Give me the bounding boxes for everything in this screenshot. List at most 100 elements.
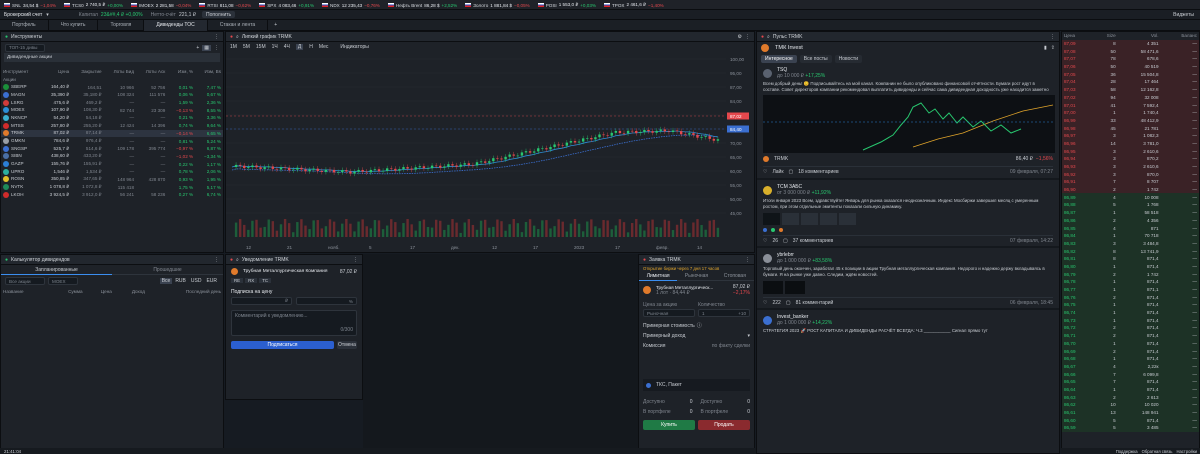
- candle[interactable]: [434, 165, 438, 167]
- candle[interactable]: [243, 165, 246, 169]
- comment-icon[interactable]: ▢: [789, 169, 794, 175]
- more-icon[interactable]: ⋮: [353, 257, 358, 263]
- thumbnail[interactable]: [785, 281, 805, 294]
- candle[interactable]: [328, 169, 332, 171]
- candle[interactable]: [561, 145, 564, 146]
- candle[interactable]: [545, 148, 548, 150]
- candle[interactable]: [475, 162, 479, 166]
- interval-button[interactable]: 1Ч: [272, 44, 278, 50]
- candle[interactable]: [394, 168, 397, 171]
- candle[interactable]: [267, 166, 270, 168]
- candle[interactable]: [357, 169, 360, 172]
- ticker-item[interactable]: TCS0 2 740,5 ₽ +0,00%: [60, 0, 127, 9]
- candle[interactable]: [671, 130, 675, 133]
- candle[interactable]: [292, 169, 295, 171]
- candle[interactable]: [247, 167, 250, 169]
- orderbook-row[interactable]: 86,85 4 871 —: [1062, 224, 1199, 232]
- candle[interactable]: [630, 130, 634, 132]
- table-row[interactable]: GAZP 155,76 ₽ 155,91 ₽ — — 0,22 % 1,17 %: [1, 160, 223, 168]
- candle[interactable]: [471, 165, 475, 166]
- orderbook-row[interactable]: 86,89 4 10 008 —: [1062, 193, 1199, 202]
- qty-input[interactable]: 1 +10: [698, 309, 750, 317]
- column-header[interactable]: Изм, %: [167, 68, 195, 76]
- candle[interactable]: [520, 152, 524, 156]
- percent-input[interactable]: %: [296, 297, 357, 305]
- candle[interactable]: [439, 165, 442, 168]
- exchange-select[interactable]: MOEX: [48, 277, 78, 285]
- orderbook-row[interactable]: 86,98 45 21 781 —: [1062, 124, 1199, 132]
- tab-past[interactable]: Прошедшие: [112, 265, 223, 275]
- orderbook-row[interactable]: 86,88 5 1 768 —: [1062, 201, 1199, 209]
- chip[interactable]: RX: [245, 278, 258, 283]
- filter-select[interactable]: Все акции: [5, 277, 45, 285]
- column-header[interactable]: Лоты Бид: [104, 68, 136, 76]
- like-icon[interactable]: ♡: [763, 300, 767, 306]
- candle[interactable]: [688, 133, 691, 135]
- candle[interactable]: [238, 164, 242, 166]
- ticker-item[interactable]: IMOEX 2 281,58 −0,04%: [127, 0, 195, 9]
- add-tab-icon[interactable]: +: [268, 22, 283, 28]
- orderbook-row[interactable]: 86,99 33 48 412,9 —: [1062, 116, 1199, 125]
- candle[interactable]: [381, 170, 385, 172]
- column-header[interactable]: Изм, Bs: [195, 68, 223, 76]
- orderbook-row[interactable]: 86,77 1 871,1 —: [1062, 285, 1199, 294]
- like-button[interactable]: 26: [772, 238, 778, 244]
- candle[interactable]: [549, 147, 552, 150]
- candle[interactable]: [406, 167, 409, 169]
- candle[interactable]: [361, 169, 364, 172]
- like-button[interactable]: Лайк: [772, 169, 783, 175]
- candle[interactable]: [377, 169, 381, 172]
- candle[interactable]: [341, 170, 344, 173]
- indicators-button[interactable]: Индикаторы: [340, 44, 368, 50]
- orderbook-row[interactable]: 86,67 4 2,22к —: [1062, 362, 1199, 371]
- candle[interactable]: [675, 130, 679, 132]
- orderbook-row[interactable]: 86,96 14 3 781,0 —: [1062, 139, 1199, 148]
- candle[interactable]: [557, 144, 560, 146]
- orderbook-row[interactable]: 86,59 5 3 485 —: [1062, 424, 1199, 432]
- candle[interactable]: [577, 141, 581, 143]
- orderbook-row[interactable]: 86,81 8 871,4 —: [1062, 254, 1199, 263]
- orderbook-row[interactable]: 86,97 3 1 082,3 —: [1062, 131, 1199, 140]
- table-row[interactable]: SNGSP 525,7 ₽ 514,6 ₽ 109 178 395 774 −0,97 %…: [1, 145, 223, 153]
- candle[interactable]: [447, 164, 450, 167]
- orderbook-row[interactable]: 87,07 78 678,6 —: [1062, 55, 1199, 63]
- more-icon[interactable]: ⋮: [214, 257, 219, 263]
- interval-button[interactable]: 1M: [230, 44, 237, 50]
- orderbook-row[interactable]: 86,68 1 871,4 —: [1062, 354, 1199, 363]
- candle[interactable]: [524, 151, 528, 153]
- workspace-tab[interactable]: Торговля: [98, 19, 145, 31]
- candle[interactable]: [451, 164, 454, 166]
- candle[interactable]: [655, 130, 658, 133]
- candle[interactable]: [296, 167, 299, 170]
- candle[interactable]: [496, 158, 499, 159]
- candle[interactable]: [553, 144, 556, 148]
- table-row[interactable]: NVTK 1 078,8 ₽ 1 072,8 ₽ 115 418 1,75 % 5,17 …: [1, 183, 223, 191]
- orderbook-row[interactable]: 86,82 8 13 741,9 —: [1062, 247, 1199, 255]
- interval-button[interactable]: Н: [309, 44, 313, 50]
- ticker-item[interactable]: RTSI 811,08 −0,62%: [195, 0, 255, 9]
- candle[interactable]: [459, 164, 462, 167]
- chip[interactable]: ТС: [259, 278, 272, 283]
- like-button[interactable]: 222: [772, 300, 780, 306]
- candle[interactable]: [422, 166, 426, 169]
- orderbook-row[interactable]: 87,09 8 4 351 —: [1062, 39, 1199, 48]
- widgets-button[interactable]: Виджеты: [1173, 12, 1194, 18]
- candle[interactable]: [385, 168, 389, 171]
- candle[interactable]: [602, 134, 605, 136]
- share-icon[interactable]: ⇪: [1051, 45, 1055, 51]
- candle[interactable]: [565, 142, 569, 146]
- chevron-down-icon[interactable]: ▾: [747, 333, 750, 339]
- price-input[interactable]: ₽: [231, 297, 292, 305]
- ticker-item[interactable]: Золото 1 881,84 $ −0,05%: [461, 0, 533, 9]
- candle[interactable]: [679, 131, 683, 135]
- candle[interactable]: [614, 130, 618, 133]
- orderbook-row[interactable]: 86,72 2 871,4 —: [1062, 324, 1199, 332]
- orderbook-row[interactable]: 87,06 50 40 519 —: [1062, 62, 1199, 71]
- candle[interactable]: [537, 148, 540, 152]
- candle[interactable]: [483, 161, 487, 163]
- column-header[interactable]: Сумма: [49, 288, 85, 296]
- orderbook-row[interactable]: 87,03 58 12 162,8 —: [1062, 85, 1199, 94]
- comment-icon[interactable]: ▢: [786, 300, 791, 306]
- subscribe-button[interactable]: Подписаться: [231, 341, 334, 349]
- orderbook-row[interactable]: 87,05 36 15 504,8 —: [1062, 70, 1199, 79]
